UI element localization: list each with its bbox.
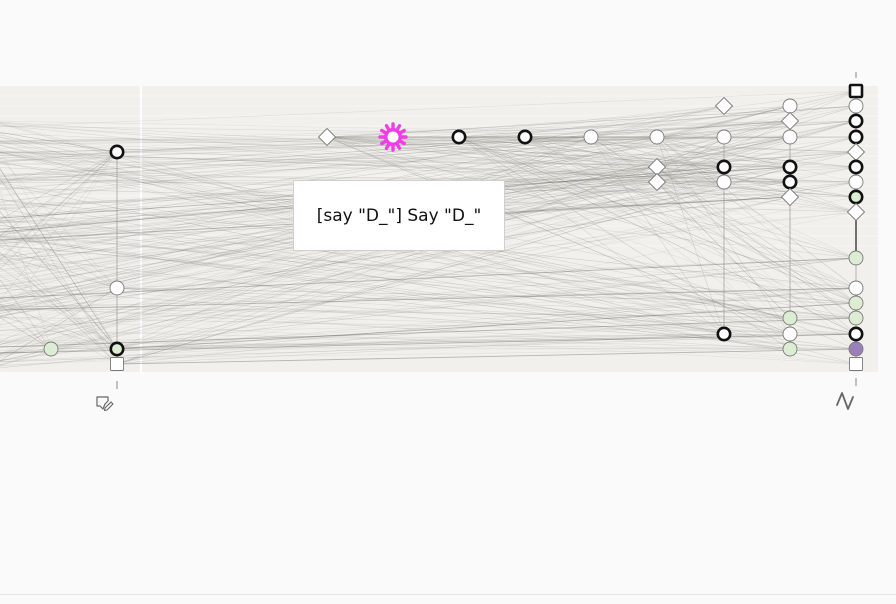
hand-pointer-pencil-icon <box>96 396 114 412</box>
square-node <box>849 357 863 371</box>
gear-hole <box>387 131 399 143</box>
circle-node <box>782 326 798 342</box>
circle-node <box>848 295 864 311</box>
square-node <box>848 83 864 99</box>
trace-diagram <box>0 72 878 412</box>
n-glyph <box>836 392 854 410</box>
axis-icons <box>96 392 854 412</box>
circle-node <box>716 174 732 190</box>
circle-node <box>848 341 864 357</box>
circle-node <box>848 129 864 145</box>
tooltip-text: [say "D_"] Say "D_" <box>316 205 482 226</box>
letter-n-icon <box>836 392 854 410</box>
circle-node <box>848 250 864 266</box>
circle-node <box>583 129 599 145</box>
circle-node <box>848 280 864 296</box>
circle-node <box>716 129 732 145</box>
circle-node <box>716 326 732 342</box>
circle-node <box>848 189 864 205</box>
circle-node <box>43 341 59 357</box>
square-node <box>110 357 124 371</box>
circle-node <box>109 341 125 357</box>
bottom-divider <box>0 594 896 595</box>
circle-node <box>848 174 864 190</box>
circle-node <box>848 98 864 114</box>
circle-node <box>782 174 798 190</box>
circle-node <box>649 129 665 145</box>
circle-node <box>848 159 864 175</box>
circle-node <box>517 129 533 145</box>
circle-node <box>848 310 864 326</box>
circle-node <box>782 341 798 357</box>
circle-node <box>782 310 798 326</box>
circle-node <box>782 98 798 114</box>
circle-node <box>782 159 798 175</box>
circle-node <box>451 129 467 145</box>
circle-node <box>782 129 798 145</box>
circle-node <box>109 280 125 296</box>
node-tooltip: [say "D_"] Say "D_" <box>293 180 505 251</box>
circle-node <box>848 326 864 342</box>
circle-node <box>848 113 864 129</box>
circle-node <box>109 144 125 160</box>
circle-node <box>716 159 732 175</box>
